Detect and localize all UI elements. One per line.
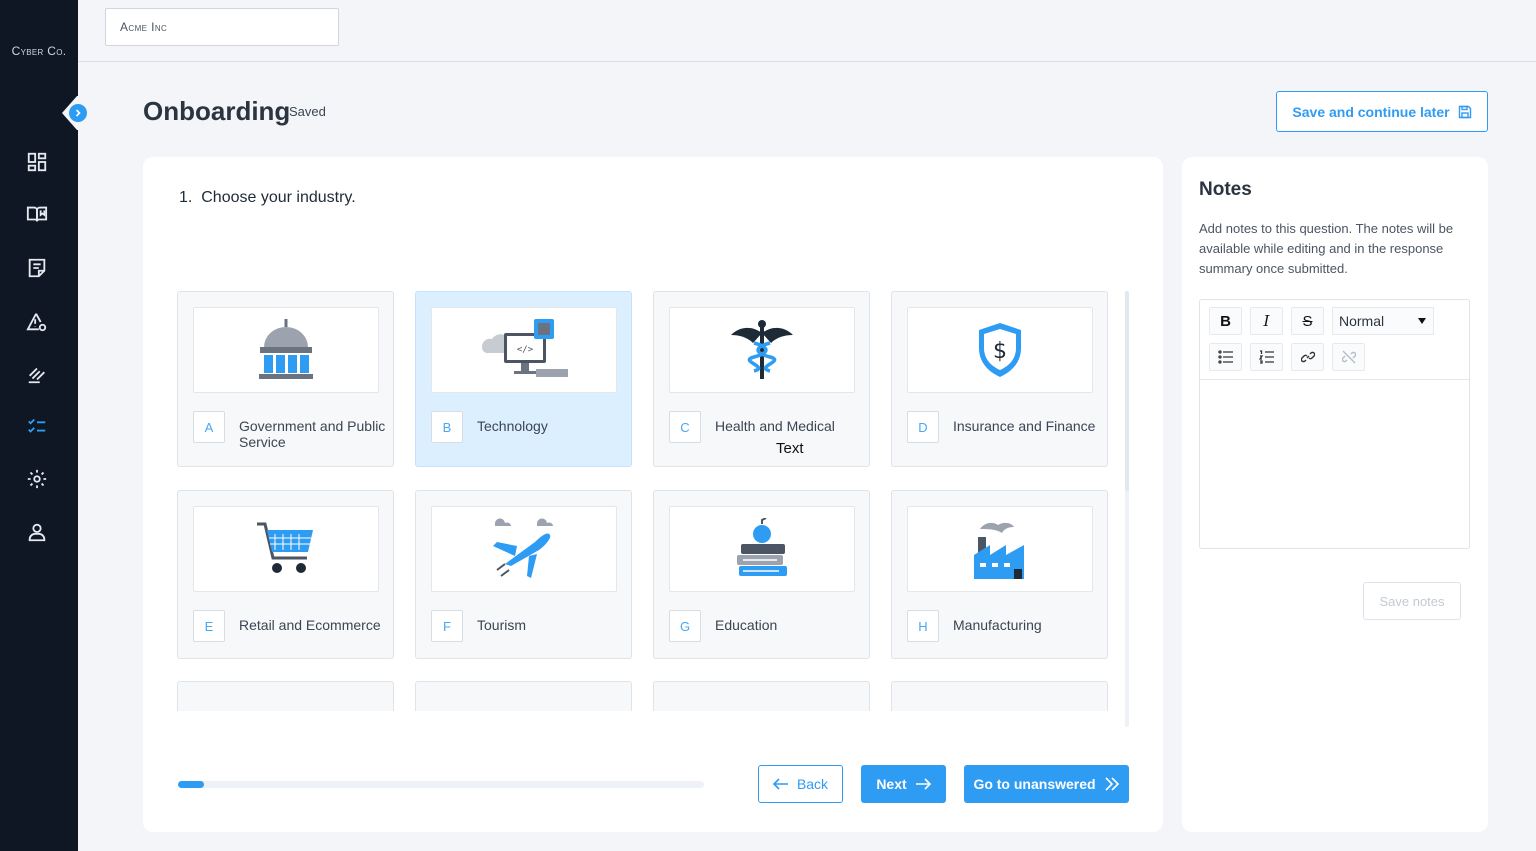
checklist-icon[interactable] [26, 415, 48, 437]
notes-description: Add notes to this question. The notes wi… [1199, 221, 1454, 276]
brand-logo: Cyber Co. [11, 44, 67, 58]
option-manufacturing[interactable]: H Manufacturing [891, 490, 1108, 659]
option-label: Manufacturing [953, 617, 1042, 633]
option-technology[interactable]: </> B Technology [415, 291, 632, 467]
back-button[interactable]: Back [758, 765, 843, 803]
airplane-icon [493, 518, 553, 578]
option-health[interactable]: C Health and Medical [653, 291, 870, 467]
floppy-disk-icon [1458, 105, 1471, 118]
bullet-list-button[interactable] [1209, 343, 1242, 371]
caduceus-icon [731, 320, 793, 379]
option-letter: D [907, 411, 939, 443]
option-letter: E [193, 610, 225, 642]
user-icon[interactable] [26, 521, 48, 543]
option-letter: G [669, 610, 701, 642]
factory-icon [974, 522, 1024, 579]
computer-chip-icon: </> [481, 319, 568, 377]
gavel-icon[interactable] [26, 363, 48, 385]
svg-text:</>: </> [517, 345, 534, 355]
option-label: Government and Public Service [239, 418, 386, 450]
chevron-right-icon [69, 104, 87, 122]
progress-fill [178, 781, 204, 788]
option-letter: B [431, 411, 463, 443]
svg-text:$: $ [993, 339, 1007, 364]
scrollbar-thumb[interactable] [1125, 291, 1129, 491]
option-label: Insurance and Finance [953, 418, 1096, 434]
question-text: 1. Choose your industry. [179, 189, 356, 206]
italic-button[interactable]: I [1250, 307, 1283, 335]
option-letter: A [193, 411, 225, 443]
top-bar: Acme Inc [78, 0, 1536, 62]
option-retail[interactable]: E Retail and Ecommerce [177, 490, 394, 659]
option-letter: H [907, 610, 939, 642]
unlink-icon [1341, 350, 1356, 364]
link-button[interactable] [1291, 343, 1324, 371]
double-chevron-right-icon [1104, 777, 1119, 791]
text-format-select[interactable]: Normal [1332, 307, 1434, 335]
numbered-list-icon [1258, 350, 1274, 364]
gear-icon[interactable] [26, 468, 48, 490]
strikethrough-button[interactable]: S [1291, 307, 1324, 335]
option-label: Retail and Ecommerce [239, 617, 381, 633]
bullet-list-icon [1217, 350, 1233, 364]
shopping-cart-icon [257, 522, 313, 573]
book-icon[interactable] [26, 203, 48, 225]
sidebar-collapse-toggle[interactable] [62, 96, 92, 130]
option-insurance[interactable]: $ D Insurance and Finance [891, 291, 1108, 467]
option-row3-d[interactable] [891, 681, 1108, 711]
option-letter: F [431, 610, 463, 642]
arrow-right-icon [915, 778, 931, 790]
numbered-list-button[interactable] [1250, 343, 1283, 371]
option-row3-b[interactable] [415, 681, 632, 711]
page-title: Onboarding [143, 96, 291, 126]
options-grid: A Government and Public Service </> B Te… [177, 291, 1127, 711]
notes-title: Notes [1199, 179, 1252, 200]
option-label: Technology [477, 418, 548, 434]
option-row3-c[interactable] [653, 681, 870, 711]
option-letter: C [669, 411, 701, 443]
option-education[interactable]: G Education [653, 490, 870, 659]
option-tourism[interactable]: F Tourism [415, 490, 632, 659]
document-icon[interactable] [26, 257, 48, 279]
organization-selector[interactable]: Acme Inc [105, 8, 339, 46]
save-status: Saved [289, 104, 326, 119]
tooltip: Text [776, 440, 804, 457]
books-apple-icon [737, 518, 787, 576]
bold-button[interactable]: B [1209, 307, 1242, 335]
unlink-button[interactable] [1332, 343, 1365, 371]
arrow-left-icon [772, 778, 788, 790]
options-scrollbar[interactable] [1125, 291, 1129, 727]
next-button[interactable]: Next [861, 765, 946, 803]
notes-editor[interactable]: B I S Normal [1199, 299, 1470, 549]
shield-dollar-icon: $ [979, 323, 1021, 377]
notes-panel: Notes Add notes to this question. The no… [1182, 157, 1488, 832]
warning-icon[interactable] [26, 311, 48, 333]
caret-down-icon [1418, 318, 1426, 324]
go-to-unanswered-button[interactable]: Go to unanswered [964, 765, 1129, 803]
option-label: Health and Medical [715, 418, 835, 434]
dashboard-icon[interactable] [26, 151, 48, 173]
question-card: 1. Choose your industry. A Government an… [143, 157, 1163, 832]
government-building-icon [259, 319, 313, 379]
save-notes-button[interactable]: Save notes [1363, 582, 1461, 620]
option-row3-a[interactable] [177, 681, 394, 711]
link-icon [1300, 351, 1315, 363]
progress-bar [178, 781, 704, 788]
option-label: Education [715, 617, 778, 633]
option-label: Tourism [477, 617, 527, 633]
option-government[interactable]: A Government and Public Service [177, 291, 394, 467]
save-and-continue-later-button[interactable]: Save and continue later [1276, 91, 1488, 132]
